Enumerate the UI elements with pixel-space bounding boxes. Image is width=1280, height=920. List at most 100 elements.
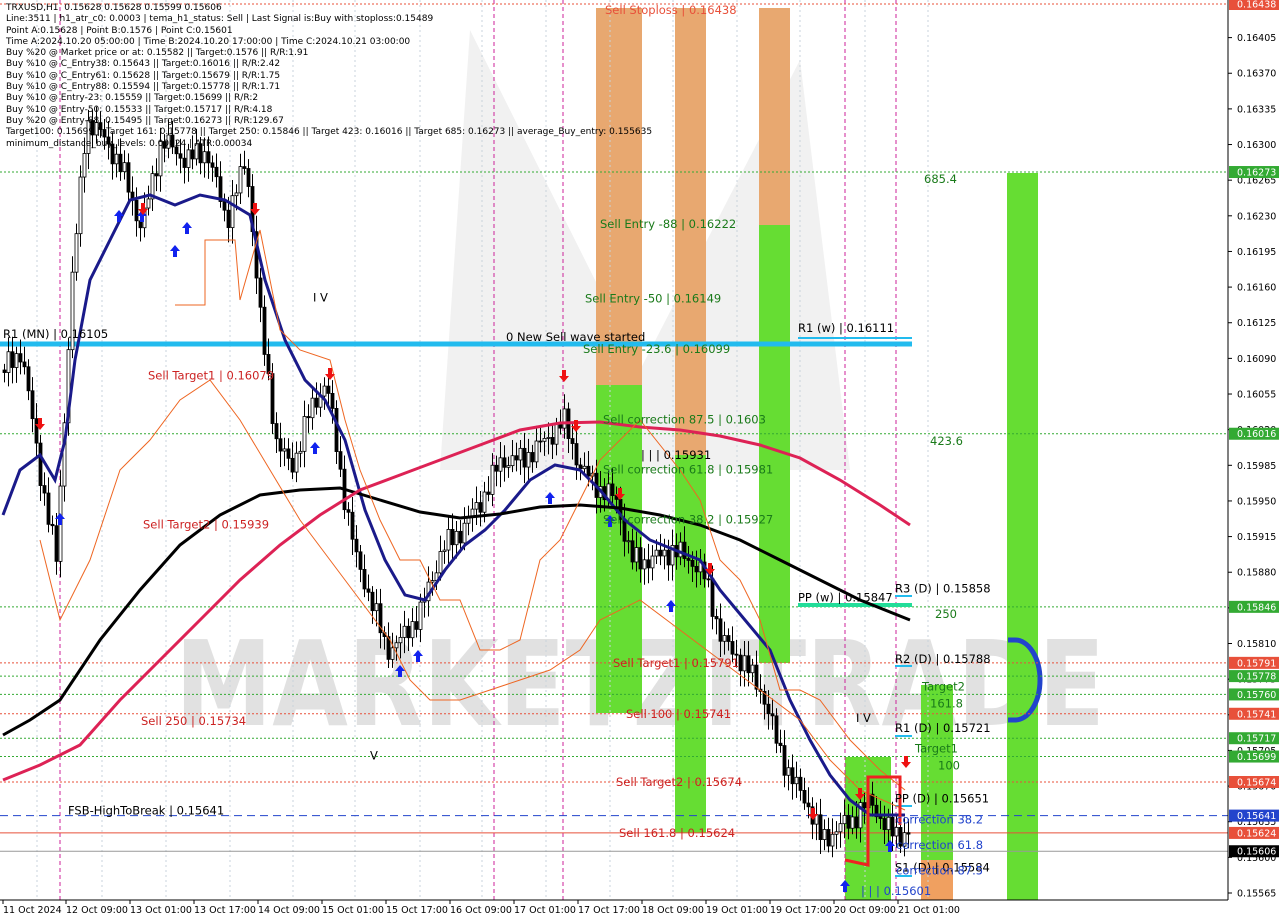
candle-body: [206, 151, 211, 164]
chart-annotation: 685.4: [924, 172, 957, 186]
candle-body: [738, 654, 743, 672]
candle-body: [678, 541, 683, 558]
candle-body: [302, 416, 307, 452]
chart-annotation: V: [370, 749, 378, 763]
buy-arrow-icon: [545, 492, 555, 504]
candle-body: [230, 195, 235, 229]
candle-body: [494, 464, 499, 472]
time-tick-label: 19 Oct 17:00: [770, 905, 832, 916]
candle-body: [506, 465, 511, 468]
price-tick-label: 0.16335: [1237, 104, 1276, 115]
candle-body: [886, 816, 891, 831]
candle-body: [90, 120, 95, 136]
candle-body: [726, 635, 731, 642]
chart-annotation: | | | 0.15601: [861, 884, 931, 898]
candle-body: [538, 440, 543, 443]
sell-zone-upper: [596, 8, 642, 385]
chart-annotation: Sell 250 | 0.15734: [141, 714, 246, 728]
chart-annotation: correction 87.5: [896, 864, 983, 878]
chart-annotation: R1 (MN) | 0.16105: [3, 327, 108, 341]
candle-body: [906, 832, 911, 835]
price-tick-label: 0.15810: [1237, 639, 1276, 650]
candle-body: [186, 149, 191, 168]
candle-body: [18, 353, 23, 363]
candle-body: [526, 452, 531, 468]
candle-body: [362, 569, 367, 590]
price-chart[interactable]: MARKETZITRADE Sell Stoploss | 0.16438Sel…: [0, 0, 1280, 920]
chart-annotation: | | | 0.15931: [641, 448, 711, 462]
candle-body: [94, 122, 99, 136]
candle-body: [630, 540, 635, 563]
chart-annotation: I V: [313, 290, 328, 304]
candle-body: [410, 621, 415, 639]
candle-body: [838, 823, 843, 833]
candle-body: [298, 450, 303, 454]
candle-body: [518, 447, 523, 461]
candle-body: [770, 713, 775, 717]
candle-body: [226, 209, 231, 229]
candle-body: [414, 621, 419, 630]
candle-body: [570, 438, 575, 444]
candle-body: [878, 816, 883, 819]
candle-body: [638, 547, 643, 570]
candle-body: [282, 448, 287, 452]
price-tick-label: 0.15915: [1237, 532, 1276, 543]
candle-body: [162, 141, 167, 149]
candle-body: [202, 151, 207, 164]
chart-annotation: correction 61.8: [896, 838, 983, 852]
candle-body: [198, 143, 203, 164]
chart-annotation: PP (w) | 0.15847: [798, 591, 893, 605]
candle-body: [322, 385, 327, 397]
candle-body: [74, 233, 79, 273]
price-badge-label: 0.15778: [1237, 672, 1276, 683]
chart-annotation: Sell Target1 | 0.15791: [613, 656, 739, 670]
candle-body: [558, 423, 563, 429]
candle-body: [334, 408, 339, 452]
candle-body: [634, 547, 639, 563]
candle-body: [694, 565, 699, 573]
candle-body: [742, 655, 747, 672]
candle-body: [750, 664, 755, 674]
price-tick-label: 0.15565: [1237, 889, 1276, 900]
chart-annotation: 100: [938, 759, 960, 773]
time-tick-label: 17 Oct 01:00: [514, 905, 576, 916]
price-tick-label: 0.16370: [1237, 69, 1276, 80]
candle-body: [14, 353, 19, 368]
candle-body: [482, 491, 487, 513]
price-tick-label: 0.16055: [1237, 390, 1276, 401]
candle-body: [286, 448, 291, 459]
candle-body: [210, 162, 215, 168]
candle-body: [502, 457, 507, 468]
candle-body: [222, 201, 227, 211]
time-tick-label: 11 Oct 2024: [3, 905, 62, 916]
candle-body: [658, 549, 663, 557]
price-tick-label: 0.16230: [1237, 211, 1276, 222]
time-axis: 11 Oct 2024 12 Oct 09:00 13 Oct 01:00 13 Oc…: [0, 899, 1280, 920]
candle-body: [174, 146, 179, 155]
candle-body: [146, 198, 151, 209]
candle-body: [46, 492, 51, 525]
candle-body: [214, 166, 219, 178]
candle-body: [710, 578, 715, 617]
candle-body: [850, 816, 855, 829]
candle-body: [462, 522, 467, 544]
candle-body: [450, 529, 455, 546]
candle-body: [786, 767, 791, 776]
candle-body: [834, 831, 839, 835]
candle-body: [110, 143, 115, 165]
candle-body: [442, 549, 447, 552]
candle-body: [486, 491, 491, 495]
candle-body: [662, 549, 667, 557]
candle-body: [650, 555, 655, 569]
time-tick-label: 16 Oct 09:00: [450, 905, 512, 916]
candle-body: [290, 457, 295, 473]
candle-body: [666, 549, 671, 566]
candle-body: [774, 715, 779, 744]
candle-body: [582, 465, 587, 470]
candle-body: [234, 192, 239, 197]
time-tick-label: 17 Oct 17:00: [578, 905, 640, 916]
candle-body: [122, 162, 127, 173]
chart-annotation: Sell correction 61.8 | 0.15981: [603, 462, 773, 476]
price-axis: 0.164050.163700.163350.163000.162650.162…: [1227, 0, 1280, 920]
candle-body: [170, 134, 175, 148]
